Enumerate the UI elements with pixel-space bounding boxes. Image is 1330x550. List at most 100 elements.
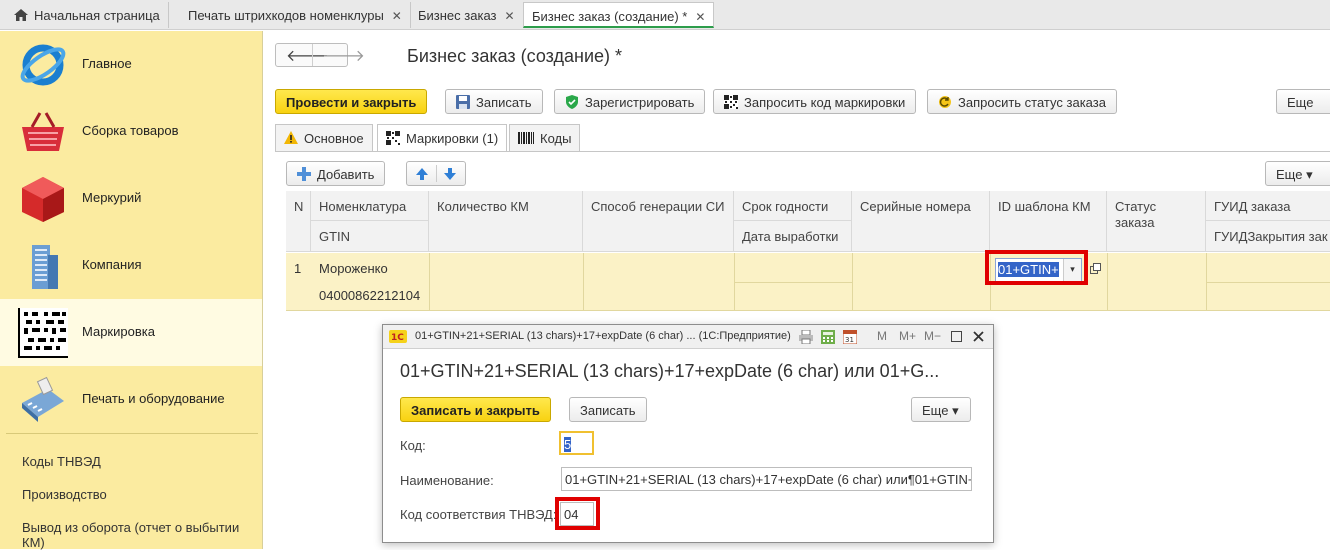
move-up-icon[interactable] [415,167,429,181]
cell-divider [583,253,584,311]
tab-main[interactable]: Основное [275,124,373,151]
button-divider [436,165,437,182]
close-icon[interactable] [973,331,984,342]
col-header-nomenclature[interactable]: Номенклатура GTIN [311,191,429,252]
save-button[interactable]: Записать [445,89,543,114]
maximize-icon[interactable] [951,331,962,342]
header-label: Срок годности [742,199,829,214]
sidebar-item-label: Меркурий [82,190,142,205]
refresh-icon [939,96,951,108]
calculator-icon[interactable] [821,330,835,344]
tab-home[interactable]: Начальная страница [6,2,169,28]
move-buttons [406,161,466,186]
register-button[interactable]: Зарегистрировать [554,89,706,114]
more-menu-button[interactable]: Еще [1276,89,1330,114]
header-label: GTIN [319,229,351,244]
nav-divider [312,44,313,66]
col-header-expiry[interactable]: Срок годности Дата выработки [734,191,852,252]
pos-terminal-icon [22,376,64,422]
dialog-more-button[interactable]: Еще ▾ [911,397,971,422]
template-dialog: 1C 01+GTIN+21+SERIAL (13 chars)+17+expDa… [382,324,994,543]
sidebar-item-print[interactable]: Печать и оборудование [0,366,262,433]
header-label: Серийные номера [860,199,971,214]
table-row[interactable]: 1 Мороженко 04000862212104 [286,253,1330,311]
tab-label: Маркировки (1) [406,131,499,146]
1c-logo-icon: 1C [389,330,407,343]
col-header-guid[interactable]: ГУИД заказа ГУИДЗакрытия зак [1206,191,1330,252]
post-and-close-button[interactable]: Провести и закрыть [275,89,428,114]
nav-buttons: 🡐 🡒 [275,43,365,67]
col-header-status[interactable]: Статус заказа [1107,191,1206,252]
name-input[interactable]: 01+GTIN+21+SERIAL (13 chars)+17+expDate … [561,467,972,491]
header-label: Дата выработки [742,229,839,244]
calendar-icon[interactable]: 31 [843,330,857,344]
sidebar-link-production[interactable]: Производство [22,487,107,502]
qr-code-icon [386,131,400,145]
tab-label: Печать штрихкодов номенклуры [188,8,384,23]
save-and-close-button[interactable]: Записать и закрыть [400,397,551,422]
sidebar-link-tnved[interactable]: Коды ТНВЭД [22,454,101,469]
row-nomenclature[interactable]: Мороженко [319,261,388,276]
request-order-status-button[interactable]: Запросить статус заказа [927,89,1117,114]
open-form-icon[interactable] [1090,263,1102,275]
header-label: ГУИД заказа [1214,199,1291,214]
sidebar-link-withdrawal[interactable]: Вывод из оборота (отчет о выбытии КМ) [22,520,262,550]
tab-business-order[interactable]: Бизнес заказ ✕ [410,2,524,28]
move-down-icon[interactable] [443,167,457,181]
tab-business-order-new[interactable]: Бизнес заказ (создание) * ✕ [523,2,715,28]
row-gtin[interactable]: 04000862212104 [319,288,420,303]
close-icon[interactable]: ✕ [504,9,514,23]
request-marking-code-button[interactable]: Запросить код маркировки [713,89,917,114]
memory-icon[interactable]: M [877,329,887,343]
header-label: ГУИДЗакрытия зак [1214,229,1328,244]
cell-divider [852,253,853,311]
tab-underline [275,151,1330,152]
button-label: Провести и закрыть [286,95,417,110]
close-icon[interactable]: ✕ [392,9,402,23]
col-header-generation[interactable]: Способ генерации СИ [583,191,734,252]
floppy-icon [456,95,470,109]
tab-label: Бизнес заказ (создание) * [532,9,688,24]
memory-minus-icon[interactable]: M− [924,329,941,343]
table-more-button[interactable]: Еще ▾ [1265,161,1330,186]
sidebar-item-company[interactable]: Компания [0,232,262,299]
sidebar-item-label: Сборка товаров [82,123,179,138]
highlight-box [985,250,1088,285]
tab-markings[interactable]: Маркировки (1) [377,124,508,152]
button-label: Записать [476,95,532,110]
memory-plus-icon[interactable]: M+ [899,329,916,343]
close-icon[interactable]: ✕ [695,10,705,24]
col-header-n[interactable]: N [286,191,311,252]
basket-icon [22,112,64,151]
qr-code-icon [724,95,738,109]
header-label: N [294,199,304,214]
code-label: Код: [400,438,426,453]
col-header-template[interactable]: ID шаблона КМ [990,191,1107,252]
col-header-serials[interactable]: Серийные номера [852,191,990,252]
tab-codes[interactable]: Коды [509,124,581,151]
sidebar-item-mercury[interactable]: Меркурий [0,165,262,232]
col-header-qty[interactable]: Количество КМ [429,191,583,252]
building-icon [32,245,58,289]
button-label: Запросить статус заказа [958,95,1106,110]
dialog-titlebar: 1C 01+GTIN+21+SERIAL (13 chars)+17+expDa… [383,325,993,349]
dialog-save-button[interactable]: Записать [569,397,647,422]
sidebar-item-marking[interactable]: Маркировка [0,299,262,366]
home-icon [14,9,28,21]
sidebar-item-main[interactable]: Главное [0,31,262,98]
sidebar-item-assembly[interactable]: Сборка товаров [0,98,262,165]
print-icon[interactable] [799,330,813,344]
button-label: Запросить код маркировки [744,95,906,110]
tab-barcode-print[interactable]: Печать штрихкодов номенклуры ✕ [180,2,411,28]
header-divider [1206,220,1330,221]
page-title: Бизнес заказ (создание) * [407,46,623,66]
mercury-cube-icon [22,177,64,222]
add-row-button[interactable]: Добавить [286,161,386,186]
header-divider [311,220,428,221]
code-input[interactable]: 5 [559,431,594,455]
forward-arrow-icon[interactable]: 🡒 [322,45,365,66]
main-globe-icon [20,44,66,86]
svg-text:31: 31 [845,336,854,344]
header-label: Количество КМ [437,199,529,214]
cell-divider [429,253,430,311]
